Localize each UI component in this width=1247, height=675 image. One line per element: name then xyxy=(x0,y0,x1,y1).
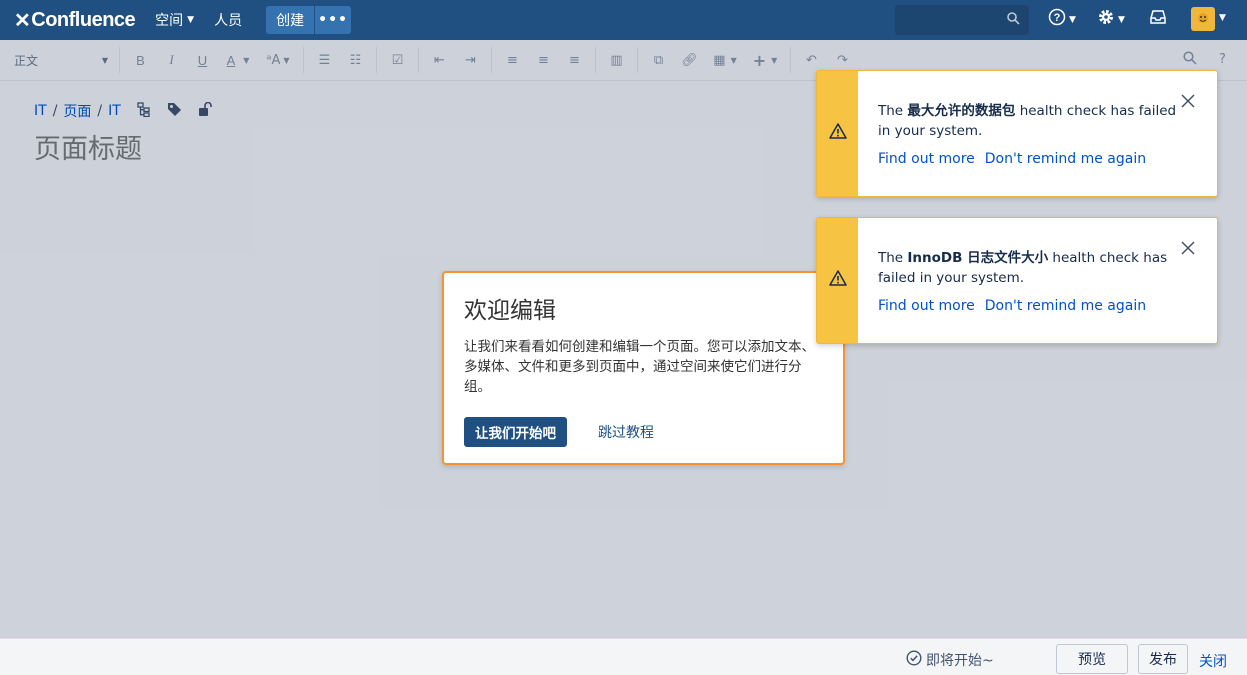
more-label: ••• xyxy=(318,12,349,28)
close-icon[interactable] xyxy=(1181,238,1195,258)
top-navigation: ✕ Confluence 空间 ▼ 人员 创建 ••• ? ▼ ▼ ▼ xyxy=(0,0,1247,40)
flag-actions: Find out more Don't remind me again xyxy=(878,151,1197,167)
status-text: 即将开始~ xyxy=(926,653,994,669)
flag-message-prefix: The xyxy=(878,250,908,266)
confluence-logo-icon: ✕ xyxy=(14,9,31,32)
inbox-icon xyxy=(1149,8,1167,31)
chevron-down-icon: ▼ xyxy=(1069,14,1076,25)
publish-button[interactable]: 发布 xyxy=(1138,644,1188,674)
editor-footer: 即将开始~ 预览 发布 关闭 xyxy=(0,638,1247,675)
avatar[interactable] xyxy=(1191,7,1215,31)
people-link[interactable]: 人员 xyxy=(214,10,242,30)
dont-remind-link[interactable]: Don't remind me again xyxy=(985,151,1146,167)
create-label: 创建 xyxy=(276,13,305,29)
preview-button[interactable]: 预览 xyxy=(1056,644,1128,674)
welcome-actions: 让我们开始吧 跳过教程 xyxy=(464,417,823,447)
more-create-button[interactable]: ••• xyxy=(315,6,352,34)
chevron-down-icon: ▼ xyxy=(1118,14,1125,25)
flag-check-name: InnoDB 日志文件大小 xyxy=(907,250,1049,266)
editor-status: 即将开始~ xyxy=(906,650,994,670)
flag-message: The 最大允许的数据包 health check has failed in … xyxy=(878,101,1178,141)
help-icon: ? xyxy=(1048,8,1066,31)
chevron-down-icon[interactable]: ▼ xyxy=(1219,13,1226,23)
start-tour-button[interactable]: 让我们开始吧 xyxy=(464,417,567,447)
svg-text:?: ? xyxy=(1054,12,1061,24)
flag-warning-stripe xyxy=(817,218,858,343)
welcome-title: 欢迎编辑 xyxy=(464,298,556,324)
confluence-logo[interactable]: ✕ Confluence xyxy=(14,8,136,33)
warning-icon xyxy=(828,270,847,291)
flag-actions: Find out more Don't remind me again xyxy=(878,298,1197,314)
search-icon xyxy=(1007,12,1020,29)
spaces-menu[interactable]: 空间 ▼ xyxy=(155,10,194,30)
welcome-dialog: 欢迎编辑 让我们来看看如何创建和编辑一个页面。您可以添加文本、多媒体、文件和更多… xyxy=(442,271,845,465)
create-button[interactable]: 创建 xyxy=(266,6,315,34)
people-label: 人员 xyxy=(214,13,243,29)
help-menu[interactable]: ? ▼ xyxy=(1048,8,1076,31)
flag-message: The InnoDB 日志文件大小 health check has faile… xyxy=(878,248,1178,288)
flag-check-name: 最大允许的数据包 xyxy=(907,103,1016,119)
logo-text: Confluence xyxy=(31,8,136,31)
flag-body: The InnoDB 日志文件大小 health check has faile… xyxy=(858,218,1217,343)
search-input[interactable] xyxy=(895,5,1029,35)
find-out-more-link[interactable]: Find out more xyxy=(878,298,975,314)
chevron-down-icon: ▼ xyxy=(187,15,195,25)
close-editor-link[interactable]: 关闭 xyxy=(1199,651,1227,671)
notifications-button[interactable] xyxy=(1149,8,1167,31)
gear-icon xyxy=(1097,8,1115,31)
health-check-flag: The 最大允许的数据包 health check has failed in … xyxy=(816,70,1218,197)
welcome-text: 让我们来看看如何创建和编辑一个页面。您可以添加文本、多媒体、文件和更多到页面中，… xyxy=(464,339,815,395)
flag-warning-stripe xyxy=(817,71,858,196)
spaces-label: 空间 xyxy=(155,13,184,29)
find-out-more-link[interactable]: Find out more xyxy=(878,151,975,167)
dont-remind-link[interactable]: Don't remind me again xyxy=(985,298,1146,314)
flag-message-prefix: The xyxy=(878,103,908,119)
flag-body: The 最大允许的数据包 health check has failed in … xyxy=(858,71,1217,196)
health-check-flag: The InnoDB 日志文件大小 health check has faile… xyxy=(816,217,1218,344)
close-icon[interactable] xyxy=(1181,91,1195,111)
skip-tour-link[interactable]: 跳过教程 xyxy=(598,422,654,442)
check-circle-icon xyxy=(906,650,922,670)
warning-icon xyxy=(828,123,847,144)
settings-menu[interactable]: ▼ xyxy=(1097,8,1125,31)
